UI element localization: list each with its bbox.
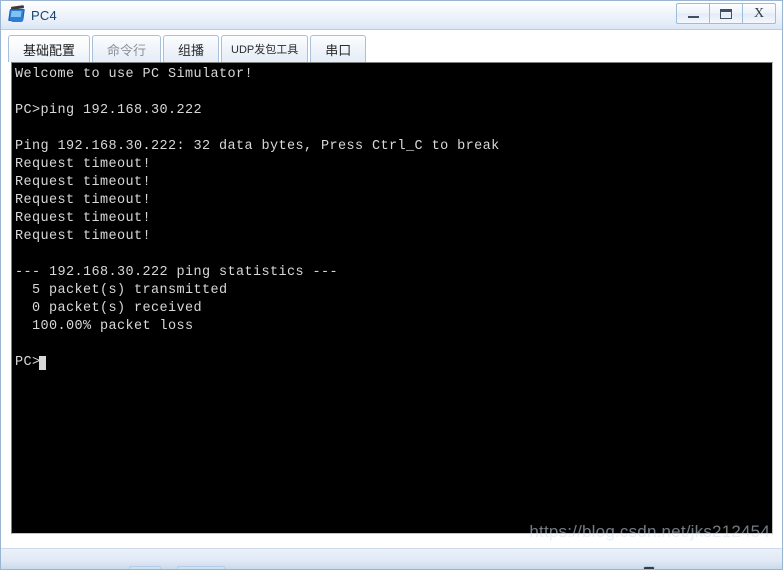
pc-monitor-icon (7, 5, 27, 24)
tab-basic-config[interactable]: 基础配置 (8, 35, 91, 62)
tab-command-line[interactable]: 命令行 (92, 35, 162, 62)
tab-udp-packet-tool[interactable]: UDP发包工具 (221, 35, 309, 62)
tab-label: 命令行 (107, 42, 147, 58)
terminal-cursor (39, 356, 47, 370)
pc-simulator-window: PC4 X 基础配置 命令行 组播 UDP发包工具 串口 Welcome to … (0, 0, 783, 570)
close-button[interactable]: X (742, 3, 776, 24)
maximize-button[interactable] (709, 3, 743, 24)
clipped-item (129, 566, 161, 569)
close-icon: X (753, 5, 765, 21)
terminal-console[interactable]: Welcome to use PC Simulator! PC>ping 192… (11, 62, 773, 534)
title-bar: PC4 X (1, 1, 782, 30)
clipped-item (643, 566, 655, 569)
window-controls: X (676, 3, 776, 24)
tab-label: 基础配置 (23, 42, 76, 58)
tab-strip: 基础配置 命令行 组播 UDP发包工具 串口 (1, 30, 782, 62)
bottom-button-strip (1, 548, 782, 569)
window-title: PC4 (31, 7, 57, 23)
tab-serial-port[interactable]: 串口 (310, 35, 367, 62)
minimize-icon (687, 16, 699, 18)
clipped-item (177, 566, 225, 569)
terminal-output: Welcome to use PC Simulator! PC>ping 192… (15, 67, 500, 370)
minimize-button[interactable] (676, 3, 710, 24)
maximize-icon (720, 8, 732, 19)
tab-multicast[interactable]: 组播 (163, 35, 220, 62)
tab-label: 组播 (178, 42, 205, 58)
terminal-container: Welcome to use PC Simulator! PC>ping 192… (1, 62, 782, 548)
tab-label: 串口 (325, 42, 352, 58)
clipped-buttons-row (1, 566, 782, 569)
tab-label: UDP发包工具 (231, 44, 299, 56)
